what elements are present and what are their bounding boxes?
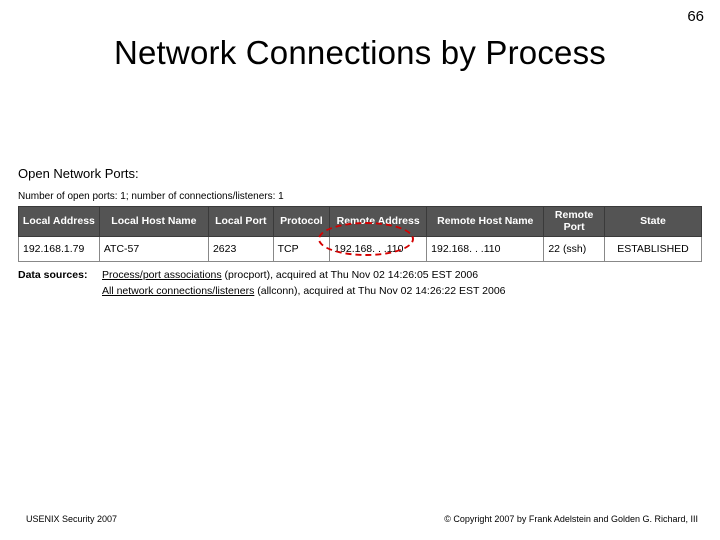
th-local-port: Local Port bbox=[208, 207, 273, 237]
th-protocol: Protocol bbox=[273, 207, 330, 237]
th-local-address: Local Address bbox=[19, 207, 100, 237]
td-remote-host-name: 192.168. . .110 bbox=[427, 237, 544, 262]
td-remote-port: 22 (ssh) bbox=[544, 237, 605, 262]
td-local-host-name: ATC-57 bbox=[99, 237, 208, 262]
slide-title: Network Connections by Process bbox=[0, 34, 720, 72]
td-local-port: 2623 bbox=[208, 237, 273, 262]
sources-label: Data sources: bbox=[18, 268, 102, 284]
slide: 66 Network Connections by Process Open N… bbox=[0, 0, 720, 540]
source-link-2[interactable]: All network connections/listeners bbox=[102, 285, 254, 297]
th-remote-address: Remote Address bbox=[330, 207, 427, 237]
data-sources: Data sources: Process/port associations … bbox=[18, 268, 702, 300]
source-text-1: (procport), acquired at Thu Nov 02 14:26… bbox=[222, 269, 478, 281]
th-state: State bbox=[604, 207, 701, 237]
footer-right: © Copyright 2007 by Frank Adelstein and … bbox=[444, 514, 698, 524]
footer-left: USENIX Security 2007 bbox=[26, 514, 117, 524]
source-text-2: (allconn), acquired at Thu Nov 02 14:26:… bbox=[254, 285, 505, 297]
counts-line: Number of open ports: 1; number of conne… bbox=[18, 191, 702, 202]
table-row: 192.168.1.79 ATC-57 2623 TCP 192.168. . … bbox=[19, 237, 702, 262]
td-state: ESTABLISHED bbox=[604, 237, 701, 262]
th-remote-host-name: Remote Host Name bbox=[427, 207, 544, 237]
content-area: Open Network Ports: Number of open ports… bbox=[18, 166, 702, 300]
td-remote-address: 192.168. . .110 bbox=[330, 237, 427, 262]
td-protocol: TCP bbox=[273, 237, 330, 262]
td-local-address: 192.168.1.79 bbox=[19, 237, 100, 262]
table-header-row: Local Address Local Host Name Local Port… bbox=[19, 207, 702, 237]
page-number: 66 bbox=[687, 8, 704, 25]
th-remote-port: Remote Port bbox=[544, 207, 605, 237]
source-link-1[interactable]: Process/port associations bbox=[102, 269, 222, 281]
ports-table: Local Address Local Host Name Local Port… bbox=[18, 206, 702, 262]
th-local-host-name: Local Host Name bbox=[99, 207, 208, 237]
section-label: Open Network Ports: bbox=[18, 166, 702, 181]
